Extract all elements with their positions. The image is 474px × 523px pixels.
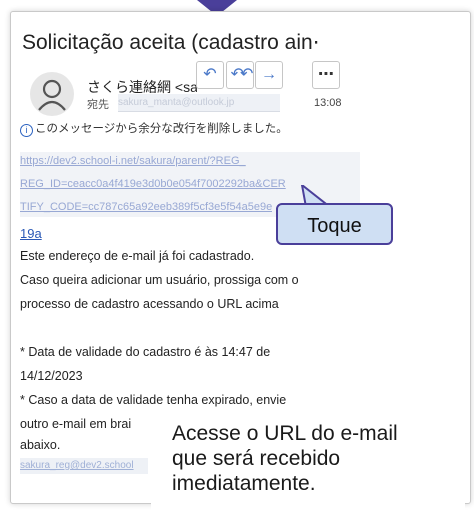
body-line: * Caso a data de validade tenha expirado… <box>20 393 287 407</box>
url-line[interactable]: https://dev2.school-i.net/sakura/parent/… <box>20 154 246 168</box>
body-line: Este endereço de e-mail já foi cadastrad… <box>20 249 255 263</box>
to-label: 宛先 <box>87 99 109 111</box>
notice-text: このメッセージから余分な改行を削除しました。 <box>35 123 288 135</box>
more-icon: ⋯ <box>318 66 334 83</box>
body-line: 14/12/2023 <box>20 369 83 383</box>
body-line: Caso queira adicionar um usuário, prossi… <box>20 273 299 287</box>
body-line: * Data de validade do cadastro é às 14:4… <box>20 345 271 359</box>
body-line: abaixo. <box>20 438 61 452</box>
avatar <box>30 72 74 116</box>
reply-button[interactable]: ↶ <box>196 61 224 89</box>
to-address: sakura_manta@outlook.jp <box>118 94 280 112</box>
url-line[interactable]: TIFY_CODE=cc787c65a92eeb389f5cf3e5f54a5e… <box>20 200 272 214</box>
instruction-text: Acesse o URL do e-mail que será recebido… <box>172 422 398 495</box>
reply-all-button[interactable]: ↶↶ <box>226 61 254 89</box>
info-icon: i <box>20 124 33 137</box>
person-icon <box>38 79 66 111</box>
line-break-notice: i このメッセージから余分な改行を削除しました。 <box>20 120 288 137</box>
reply-icon: ↶ <box>203 66 217 83</box>
body-line: processo de cadastro acessando o URL aci… <box>20 297 279 311</box>
reply-email-link[interactable]: sakura_reg@dev2.school <box>20 458 148 474</box>
more-actions-button[interactable]: ⋯ <box>312 61 340 89</box>
tap-callout: Toque <box>276 203 393 245</box>
forward-button[interactable]: → <box>255 61 283 89</box>
instruction-overlay: Acesse o URL do e-mail que será recebido… <box>151 407 465 523</box>
forward-icon: → <box>261 66 277 83</box>
reply-all-icon: ↶↶ <box>230 66 254 83</box>
body-line: outro e-mail em brai <box>20 417 132 431</box>
url-line[interactable]: REG_ID=ceacc0a4f419e3d0b0e054f7002292ba&… <box>20 177 286 191</box>
url-line[interactable]: 19a <box>20 226 42 241</box>
email-subject: Solicitação aceita (cadastro ain⋯ <box>22 31 322 54</box>
received-time: 13:08 <box>314 97 342 109</box>
